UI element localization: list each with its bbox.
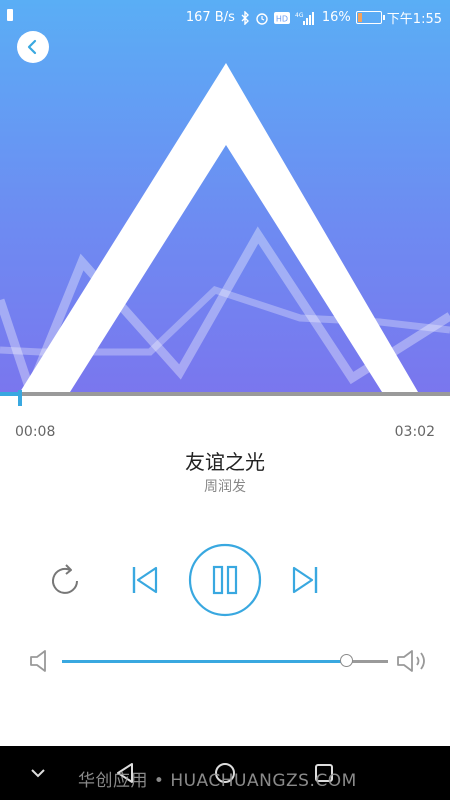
volume-row (0, 640, 450, 684)
nav-collapse-button[interactable] (24, 759, 52, 787)
album-art-graphic (0, 63, 450, 395)
volume-slider-thumb[interactable] (339, 654, 353, 667)
seek-bar[interactable] (0, 390, 450, 406)
svg-text:4G: 4G (295, 12, 304, 19)
hd-icon: HD (273, 11, 290, 24)
next-track-icon (292, 566, 318, 594)
previous-track-icon (132, 566, 158, 594)
signal-icon: 4G (295, 11, 314, 25)
pause-button[interactable] (188, 543, 262, 617)
clock: 下午1:55 (386, 12, 442, 27)
repeat-icon (52, 564, 78, 594)
network-speed: 167 B/s (185, 10, 235, 25)
sim-icon (7, 9, 13, 21)
back-button[interactable] (17, 31, 49, 63)
chevron-down-icon (31, 769, 45, 778)
seek-bar-thumb[interactable] (17, 390, 22, 406)
next-button[interactable] (286, 560, 326, 600)
previous-button[interactable] (124, 560, 164, 600)
svg-text:HD: HD (276, 14, 288, 23)
volume-slider[interactable] (62, 654, 388, 667)
volume-low-icon[interactable] (28, 648, 54, 674)
current-time: 00:08 (15, 424, 56, 440)
watermark: 华创应用 • HUACHUANGZS.COM (78, 771, 357, 791)
volume-high-icon[interactable] (396, 648, 430, 674)
battery-percent: 16% (321, 10, 351, 25)
total-time: 03:02 (394, 424, 435, 440)
album-art (0, 0, 450, 395)
battery-icon (355, 11, 385, 24)
chevron-left-icon (27, 39, 37, 55)
pause-icon (188, 543, 262, 617)
repeat-button[interactable] (44, 560, 86, 602)
song-artist: 周润发 (204, 479, 246, 495)
song-title: 友谊之光 (185, 450, 265, 474)
battery-level (357, 13, 362, 22)
volume-slider-fill (62, 660, 346, 663)
status-bar: 167 B/s HD 4G 16% 下午1:55 (0, 0, 450, 32)
alarm-icon (256, 12, 268, 25)
bluetooth-icon (241, 10, 249, 25)
